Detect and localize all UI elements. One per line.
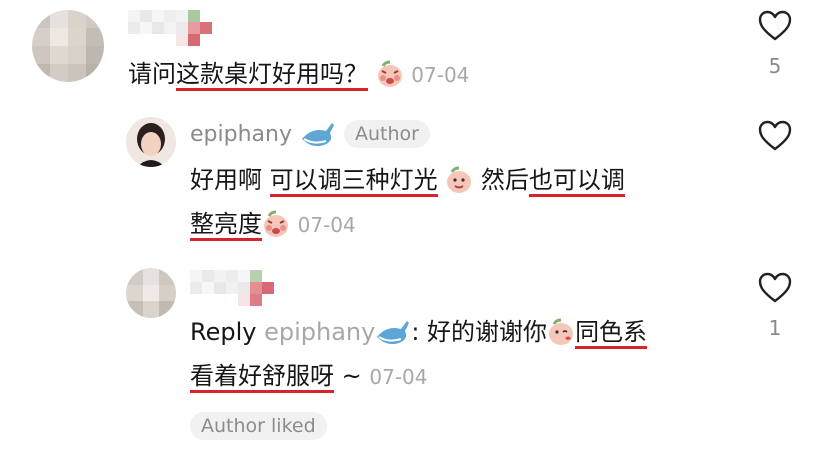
heart-outline-icon[interactable]: [758, 272, 792, 304]
heart-outline-icon[interactable]: [758, 10, 792, 42]
avatar-epiphany[interactable]: [126, 117, 176, 167]
comment-1-text-b: 这款桌灯好用吗？: [176, 60, 368, 91]
comment-1-text: 请问这款桌灯好用吗？ 07-04: [128, 52, 469, 97]
reply-2-text-a: : 好的谢谢你: [411, 318, 548, 346]
reply-1-text-d: 也可以调: [528, 166, 625, 197]
reply-1-text: 好用啊 可以调三种灯光 然后也可以调: [190, 158, 625, 202]
peach-emoji-icon: [264, 210, 288, 237]
peach-emoji-icon: [377, 60, 402, 87]
avatar-commenter-2[interactable]: [126, 268, 176, 318]
author-avatar-photo: [126, 117, 176, 167]
peach-emoji-icon: [549, 318, 574, 345]
reply-1-text-c: 然后: [473, 166, 529, 194]
reply-2-text-c: 看着好舒服呀: [190, 362, 334, 393]
reply-2-like-button[interactable]: 1: [758, 272, 792, 340]
author-badge: Author: [343, 120, 430, 148]
heart-outline-icon[interactable]: [758, 120, 792, 152]
reply-1-text-a: 好用啊: [190, 166, 270, 194]
reply-1-username[interactable]: epiphany: [190, 122, 292, 147]
reply-1-header: epiphany Author: [190, 120, 430, 148]
reply-1-like-button[interactable]: [758, 120, 792, 156]
reply-1-date: 07-04: [297, 213, 356, 237]
author-liked-badge: Author liked: [190, 412, 327, 440]
reply-2-text-d: ~: [334, 362, 362, 390]
comment-1-like-count: 5: [768, 54, 782, 78]
reply-2-text-b: 同色系: [575, 318, 648, 349]
reply-2-date: 07-04: [369, 365, 428, 389]
reply-1-text-line2: 整亮度 07-04: [190, 202, 356, 247]
comment-1-text-a: 请问: [128, 60, 176, 88]
reply-1-text-e: 整亮度: [190, 210, 262, 241]
comment-1-like-button[interactable]: 5: [758, 10, 792, 78]
avatar-commenter-1[interactable]: [32, 10, 104, 82]
comment-1-date: 07-04: [411, 63, 470, 87]
username-blurred-1[interactable]: [128, 10, 212, 46]
reply-2-mention[interactable]: epiphany: [264, 318, 375, 346]
reply-2-like-count: 1: [768, 316, 782, 340]
reply-2-text-line2: 看着好舒服呀 ~ 07-04: [190, 354, 428, 399]
whale-icon: [377, 321, 410, 345]
peach-emoji-icon: [447, 166, 472, 193]
reply-2-prefix: Reply: [190, 318, 257, 346]
reply-2-text: Reply epiphany : 好的谢谢你 同色系: [190, 310, 648, 354]
whale-icon: [301, 123, 334, 147]
reply-1-text-b: 可以调三种灯光: [269, 166, 438, 197]
username-blurred-2[interactable]: [190, 270, 286, 306]
